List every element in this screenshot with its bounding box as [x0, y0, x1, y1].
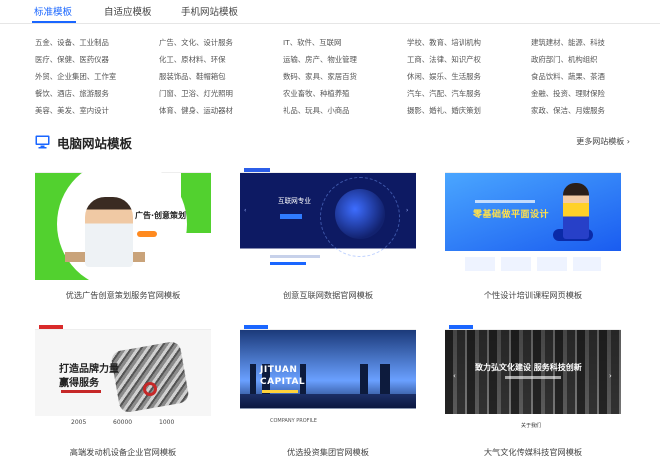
- thumb-button: [262, 390, 298, 393]
- thumb-person-image: [85, 197, 133, 267]
- template-thumbnail[interactable]: 致力弘文化建设 服务科技创新 ‹ › 关于我们: [445, 324, 621, 437]
- tab-standard-templates[interactable]: 标准模板: [34, 4, 72, 18]
- category-link[interactable]: 建筑建材、能源、科技: [531, 37, 605, 48]
- category-link[interactable]: 食品饮料、蔬果、茶酒: [531, 71, 605, 82]
- category-link[interactable]: 家政、保洁、月嫂服务: [531, 105, 605, 116]
- category-link[interactable]: 工商、法律、知识产权: [407, 54, 481, 65]
- chevron-left-icon: ‹: [244, 207, 247, 214]
- template-thumbnail[interactable]: 互联网专业 ‹ ›: [240, 167, 416, 280]
- thumb-button: [280, 214, 302, 219]
- template-caption[interactable]: 优选投资集团官网模板: [240, 446, 416, 458]
- thumb-stat: 60000: [113, 419, 133, 426]
- thumb-headline: CAPITAL: [260, 377, 306, 387]
- template-caption[interactable]: 高端发动机设备企业官网模板: [35, 446, 211, 458]
- category-link[interactable]: 学校、教育、培训机构: [407, 37, 481, 48]
- category-link[interactable]: 广告、文化、设计服务: [159, 37, 233, 48]
- tab-mobile-templates[interactable]: 手机网站模板: [181, 4, 238, 18]
- thumb-button: [137, 231, 157, 237]
- category-link[interactable]: 金融、投资、理财保险: [531, 88, 605, 99]
- more-templates-link[interactable]: 更多网站模板 ›: [576, 136, 630, 147]
- category-link[interactable]: 政府部门、机构组织: [531, 54, 598, 65]
- thumb-button: [61, 390, 101, 393]
- chevron-left-icon: ‹: [453, 372, 456, 380]
- thumb-logo: [39, 325, 63, 329]
- category-link[interactable]: 运输、房产、物业管理: [283, 54, 357, 65]
- template-card[interactable]: 广告·创意策划 优选广告创意策划服务官网模板: [35, 167, 211, 300]
- section-title: 电脑网站模板: [57, 136, 133, 151]
- thumb-text-line: [270, 255, 320, 258]
- template-card[interactable]: JITUAN CAPITAL COMPANY PROFILE 优选投资集团官网模…: [240, 324, 416, 457]
- thumb-text-line: [270, 262, 306, 265]
- category-link[interactable]: 服装饰品、鞋帽箱包: [159, 71, 226, 82]
- thumb-card-row: [465, 257, 601, 271]
- thumb-headline: 零基础做平面设计: [473, 210, 550, 220]
- pc-templates-header: 电脑网站模板 更多网站模板 ›: [35, 132, 630, 152]
- chevron-right-icon: ›: [406, 207, 409, 214]
- template-card[interactable]: 互联网专业 ‹ › 创意互联网数据官网模板: [240, 167, 416, 300]
- category-link[interactable]: 化工、原材料、环保: [159, 54, 226, 65]
- category-link[interactable]: 农业畜牧、种植养殖: [283, 88, 350, 99]
- template-caption[interactable]: 创意互联网数据官网模板: [240, 289, 416, 301]
- template-caption[interactable]: 个性设计培训课程网页模板: [445, 289, 621, 301]
- category-link[interactable]: 礼品、玩具、小商品: [283, 105, 350, 116]
- template-card[interactable]: 致力弘文化建设 服务科技创新 ‹ › 关于我们 大气文化传媒科技官网模板: [445, 324, 621, 457]
- category-link[interactable]: 餐饮、酒店、旅游服务: [35, 88, 109, 99]
- thumb-headline: 赢得服务: [59, 378, 99, 389]
- thumb-stat: 2005: [71, 419, 87, 426]
- thumb-about-text: 关于我们: [521, 423, 542, 429]
- thumb-footer-text: COMPANY PROFILE: [270, 418, 317, 424]
- thumb-text-line: [475, 200, 535, 203]
- thumb-headline: 打造品牌力量: [59, 364, 119, 375]
- thumb-headline: 广告·创意策划: [135, 211, 187, 220]
- thumb-logo: [244, 325, 268, 329]
- category-link[interactable]: 门窗、卫浴、灯光照明: [159, 88, 233, 99]
- category-link[interactable]: 美容、美发、室内设计: [35, 105, 109, 116]
- tab-responsive-templates[interactable]: 自适应模板: [104, 4, 152, 18]
- category-link[interactable]: 数码、家具、家居百货: [283, 71, 357, 82]
- thumb-shape: [143, 382, 157, 396]
- category-row: 外贸、企业集团、工作室 服装饰品、鞋帽箱包 数码、家具、家居百货 休闲、娱乐、生…: [35, 71, 635, 85]
- template-thumbnail[interactable]: JITUAN CAPITAL COMPANY PROFILE: [240, 324, 416, 437]
- template-caption[interactable]: 大气文化传媒科技官网模板: [445, 446, 621, 458]
- template-card[interactable]: 零基础做平面设计 个性设计培训课程网页模板: [445, 167, 621, 300]
- category-link[interactable]: 体育、健身、运动器材: [159, 105, 233, 116]
- category-row: 美容、美发、室内设计 体育、健身、运动器材 礼品、玩具、小商品 摄影、婚礼、婚庆…: [35, 105, 635, 119]
- category-link[interactable]: 汽车、汽配、汽车服务: [407, 88, 481, 99]
- monitor-icon: [35, 135, 50, 149]
- thumb-shape: [335, 189, 385, 239]
- thumb-headline: 互联网专业: [278, 197, 311, 205]
- thumb-text-line: [505, 376, 561, 379]
- template-card[interactable]: 打造品牌力量 赢得服务 2005 60000 1000 高端发动机设备企业官网模…: [35, 324, 211, 457]
- category-link[interactable]: 外贸、企业集团、工作室: [35, 71, 116, 82]
- category-link[interactable]: 五金、设备、工业制品: [35, 37, 109, 48]
- thumb-headline: JITUAN: [260, 365, 298, 375]
- category-row: 餐饮、酒店、旅游服务 门窗、卫浴、灯光照明 农业畜牧、种植养殖 汽车、汽配、汽车…: [35, 88, 635, 102]
- category-link[interactable]: 休闲、娱乐、生活服务: [407, 71, 481, 82]
- thumb-logo: [449, 325, 473, 329]
- category-link[interactable]: 摄影、婚礼、婚庆策划: [407, 105, 481, 116]
- category-row: 医疗、保健、医药仪器 化工、原材料、环保 运输、房产、物业管理 工商、法律、知识…: [35, 54, 635, 68]
- template-thumbnail[interactable]: 广告·创意策划: [35, 167, 211, 280]
- thumb-engine-image: [110, 340, 190, 414]
- template-caption[interactable]: 优选广告创意策划服务官网模板: [35, 289, 211, 301]
- thumb-stat: 1000: [159, 419, 175, 426]
- category-link[interactable]: IT、软件、互联网: [283, 37, 341, 48]
- category-row: 五金、设备、工业制品 广告、文化、设计服务 IT、软件、互联网 学校、教育、培训…: [35, 37, 635, 51]
- thumb-headline: 致力弘文化建设 服务科技创新: [475, 363, 582, 372]
- chevron-right-icon: ›: [609, 372, 612, 380]
- category-link[interactable]: 医疗、保健、医药仪器: [35, 54, 109, 65]
- thumb-nav-bar: [445, 167, 621, 173]
- active-tab-underline: [32, 21, 76, 23]
- template-tabs: 标准模板 自适应模板 手机网站模板: [0, 0, 660, 24]
- template-thumbnail[interactable]: 零基础做平面设计: [445, 167, 621, 280]
- thumb-person-image: [563, 183, 589, 239]
- template-thumbnail[interactable]: 打造品牌力量 赢得服务 2005 60000 1000: [35, 324, 211, 437]
- thumb-logo: [244, 168, 270, 172]
- thumb-shape: [240, 394, 416, 408]
